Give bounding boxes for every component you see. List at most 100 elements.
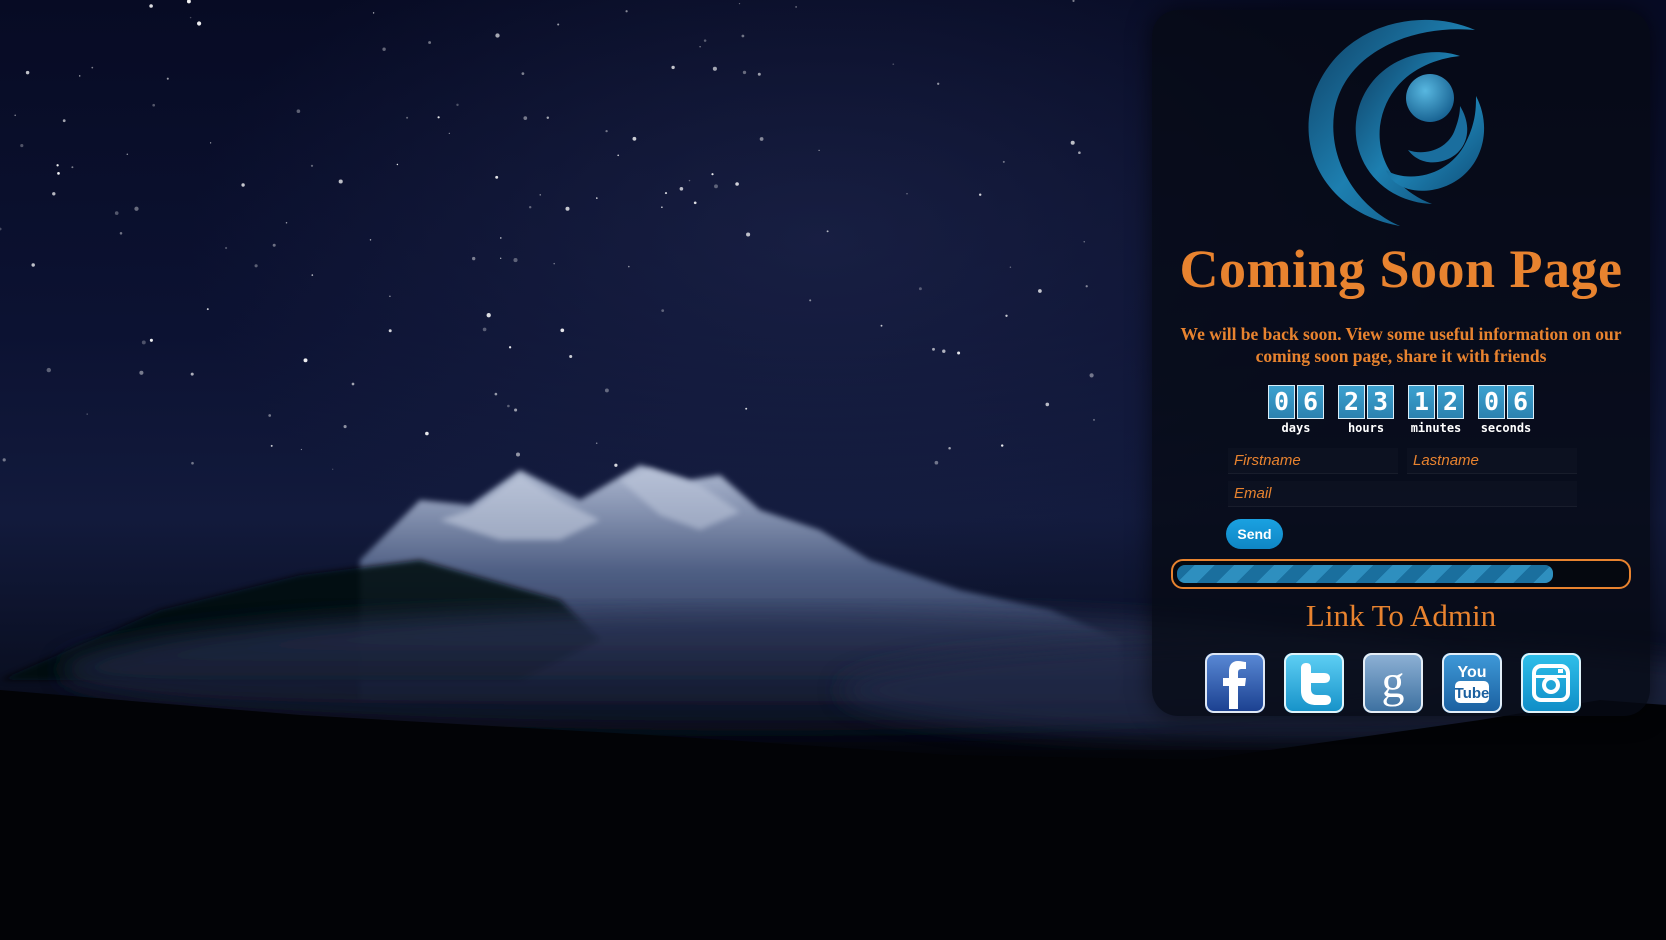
star: [661, 206, 663, 209]
star: [711, 173, 714, 176]
star: [437, 116, 440, 119]
star: [1089, 373, 1094, 378]
star: [428, 41, 432, 44]
star: [495, 33, 500, 38]
countdown-label: hours: [1347, 421, 1385, 435]
star: [186, 0, 191, 4]
star: [500, 257, 502, 259]
star: [595, 442, 598, 445]
twitter-button[interactable]: [1284, 653, 1344, 713]
countdown-digit: 0: [1478, 385, 1505, 419]
star: [57, 172, 60, 175]
star: [892, 63, 895, 66]
star: [270, 444, 273, 447]
star: [114, 211, 119, 215]
star: [91, 66, 94, 69]
facebook-button[interactable]: [1205, 653, 1265, 713]
star: [513, 258, 518, 263]
email-field[interactable]: [1228, 481, 1577, 507]
star: [338, 179, 343, 184]
star: [712, 66, 717, 71]
youtube-text-tube: Tube: [1455, 685, 1490, 702]
star: [303, 358, 308, 363]
firstname-field[interactable]: [1228, 448, 1398, 474]
google-button[interactable]: g: [1363, 653, 1423, 713]
star: [514, 408, 518, 412]
star: [369, 239, 372, 241]
star: [978, 193, 982, 196]
star: [507, 404, 510, 408]
page-subtitle: We will be back soon. View some useful i…: [1180, 324, 1622, 366]
instagram-button[interactable]: [1521, 653, 1581, 713]
star: [957, 351, 961, 355]
star: [351, 382, 355, 386]
star: [742, 70, 747, 75]
countdown-digit: 0: [1268, 385, 1295, 419]
star: [1000, 444, 1004, 447]
countdown-timer: 0 6 days 2 3 hours 1 2 minutes 0 6 secon…: [1266, 385, 1540, 437]
star: [1072, 0, 1075, 3]
countdown-digit: 1: [1408, 385, 1435, 419]
star: [632, 136, 637, 141]
star: [486, 313, 491, 318]
star: [628, 265, 630, 268]
star: [241, 183, 245, 187]
star: [78, 75, 81, 77]
star: [268, 414, 272, 417]
star: [343, 425, 347, 429]
countdown-digit: 6: [1297, 385, 1324, 419]
star: [746, 232, 751, 237]
countdown-hours: 2 3 hours: [1336, 385, 1396, 437]
star: [918, 287, 922, 291]
lastname-field[interactable]: [1407, 448, 1577, 474]
star: [604, 388, 609, 393]
star: [508, 346, 512, 349]
send-button[interactable]: Send: [1226, 519, 1283, 549]
star: [1093, 418, 1095, 421]
star: [699, 45, 701, 48]
star: [703, 39, 707, 42]
star: [942, 349, 946, 353]
star: [197, 21, 202, 26]
star: [448, 132, 450, 134]
star: [332, 468, 334, 470]
star: [679, 186, 684, 191]
star: [664, 192, 668, 195]
star: [605, 129, 608, 133]
star: [539, 194, 541, 196]
star: [661, 309, 665, 312]
star: [759, 137, 764, 141]
star: [20, 144, 24, 148]
star: [52, 192, 56, 196]
star: [482, 327, 487, 332]
page-title: Coming Soon Page: [1179, 239, 1623, 299]
star: [300, 448, 303, 451]
star: [149, 338, 153, 342]
logo-spiral-icon: [1308, 19, 1485, 226]
star: [500, 237, 502, 239]
twitter-icon: [1284, 653, 1344, 713]
progress-bar: [1171, 559, 1631, 589]
star: [1045, 402, 1050, 407]
star: [149, 4, 153, 8]
star: [1070, 140, 1075, 145]
star: [495, 175, 499, 179]
star: [0, 227, 2, 231]
star: [1002, 160, 1005, 163]
star: [809, 299, 812, 302]
star: [62, 119, 66, 123]
svg-text:g: g: [1382, 656, 1405, 707]
star: [1038, 289, 1042, 293]
admin-link[interactable]: Link To Admin: [1152, 596, 1650, 636]
star: [741, 34, 745, 38]
youtube-button[interactable]: You Tube: [1442, 653, 1502, 713]
star: [1005, 314, 1008, 317]
star: [166, 77, 169, 80]
star: [126, 153, 129, 155]
star: [738, 2, 741, 5]
star: [31, 263, 35, 267]
star: [1009, 266, 1012, 268]
star: [625, 10, 628, 13]
countdown-label: days: [1281, 421, 1311, 435]
star: [254, 264, 258, 268]
